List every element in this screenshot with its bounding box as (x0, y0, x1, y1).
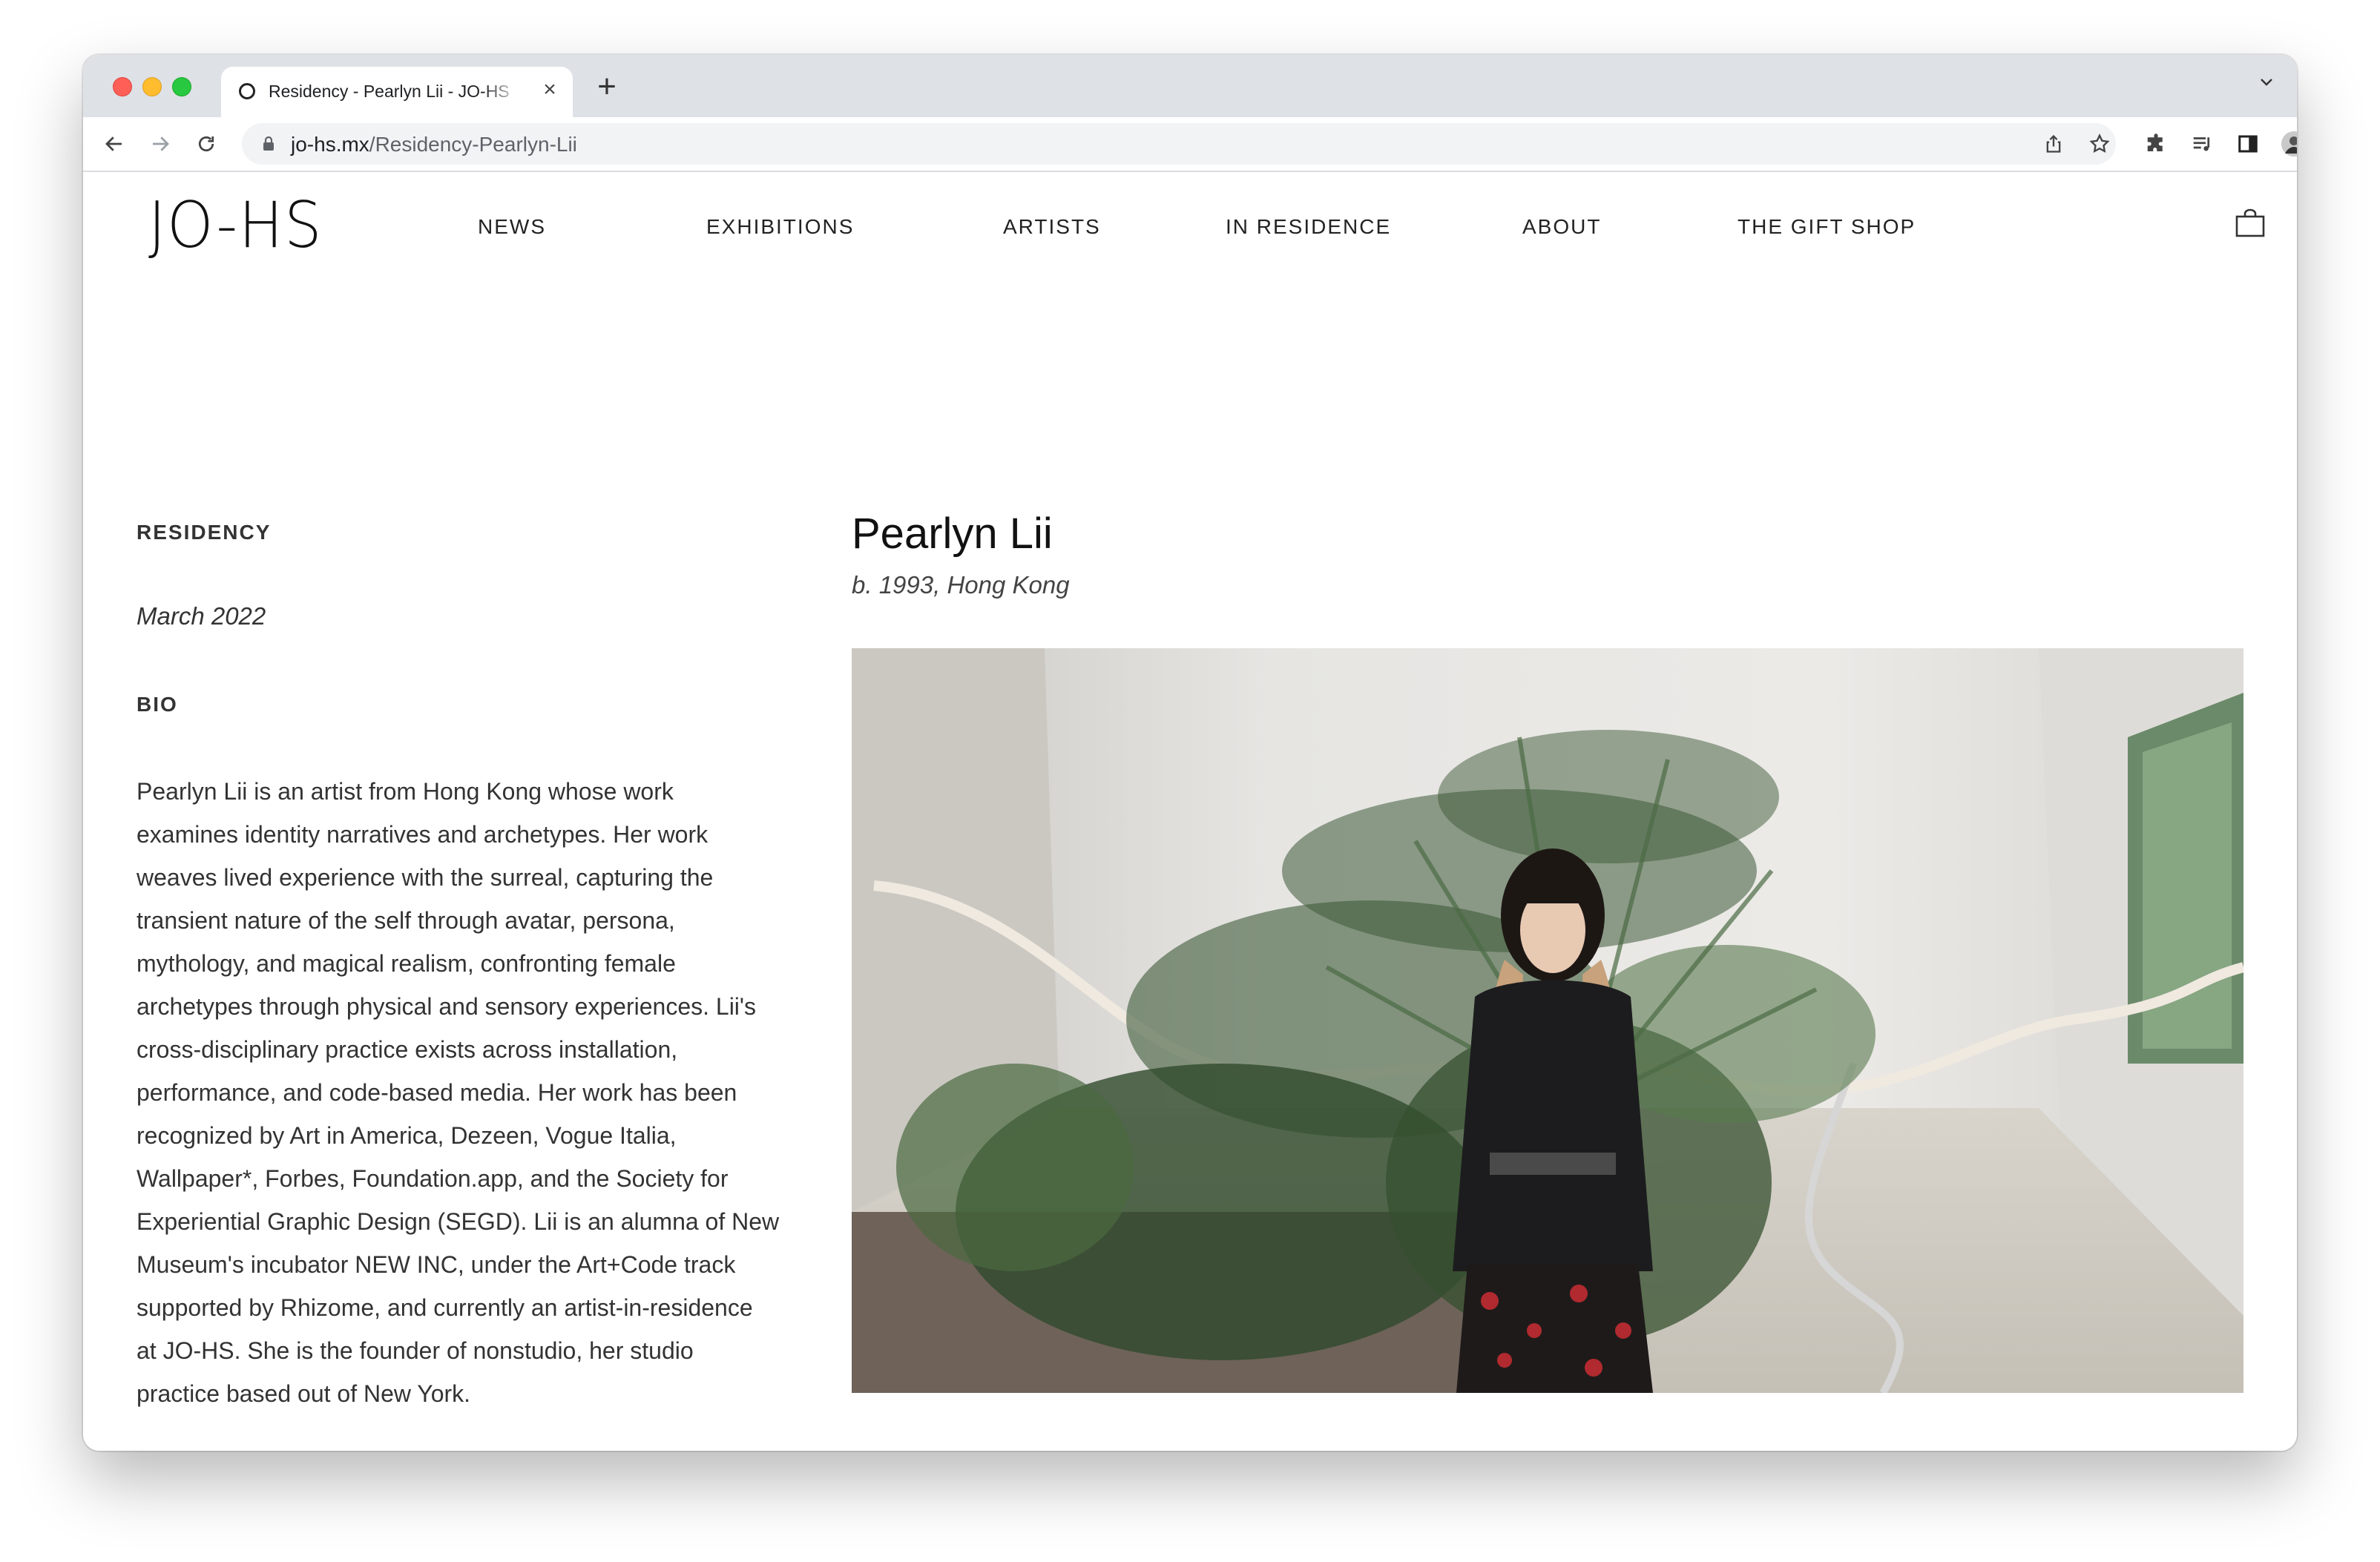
nav-in-residence[interactable]: IN RESIDENCE (1226, 215, 1391, 239)
bio-paragraph: Pearlyn Lii is an artist from Hong Kong … (137, 778, 780, 1407)
residency-heading: RESIDENCY (137, 521, 272, 544)
reload-icon[interactable] (191, 129, 221, 159)
nav-about[interactable]: ABOUT (1522, 215, 1601, 239)
nav-artists[interactable]: ARTISTS (1003, 215, 1101, 239)
tab-title: Residency - Pearlyn Lii - JO-HS (269, 82, 510, 101)
side-panel-icon[interactable] (2233, 129, 2263, 159)
artist-name: Pearlyn Lii (852, 510, 1053, 558)
site-page: JO-HS NEWS EXHIBITIONS ARTISTS IN RESIDE… (83, 172, 2297, 1451)
nav-news[interactable]: NEWS (478, 215, 546, 239)
site-logo[interactable]: JO-HS (148, 188, 323, 263)
maximize-window-button[interactable] (172, 77, 191, 96)
nav-gift-shop[interactable]: THE GIFT SHOP (1738, 215, 1916, 239)
browser-toolbar: jo-hs.mx/Residency-Pearlyn-Lii (83, 117, 2297, 172)
forward-arrow-icon[interactable] (145, 129, 175, 159)
address-bar[interactable]: jo-hs.mx/Residency-Pearlyn-Lii (242, 123, 2116, 165)
lock-icon[interactable] (260, 135, 277, 153)
profile-avatar[interactable] (2279, 129, 2297, 159)
residency-date: March 2022 (137, 602, 266, 630)
media-queue-icon[interactable] (2187, 129, 2217, 159)
tab-strip: Residency - Pearlyn Lii - JO-HS × + (83, 55, 2297, 117)
close-window-button[interactable] (113, 77, 132, 96)
artist-photo (852, 648, 2243, 1393)
extensions-puzzle-icon[interactable] (2141, 129, 2171, 159)
tab-search-chevron-icon[interactable] (2255, 73, 2278, 95)
minimize-window-button[interactable] (142, 77, 162, 96)
nav-exhibitions[interactable]: EXHIBITIONS (706, 215, 854, 239)
back-arrow-icon[interactable] (99, 129, 129, 159)
bookmark-star-icon[interactable] (2085, 129, 2114, 159)
tab-close-icon[interactable]: × (539, 79, 561, 101)
url-text: jo-hs.mx/Residency-Pearlyn-Lii (291, 133, 577, 156)
share-icon[interactable] (2039, 129, 2068, 159)
artist-birth-info: b. 1993, Hong Kong (852, 571, 1070, 599)
site-favicon-icon (239, 83, 255, 99)
shopping-bag-icon[interactable] (2235, 208, 2266, 239)
new-tab-button[interactable]: + (594, 70, 620, 103)
bio-heading: BIO (137, 693, 178, 716)
browser-window: Residency - Pearlyn Lii - JO-HS × + jo-h… (83, 55, 2297, 1451)
browser-tab-active[interactable]: Residency - Pearlyn Lii - JO-HS × (221, 67, 573, 117)
